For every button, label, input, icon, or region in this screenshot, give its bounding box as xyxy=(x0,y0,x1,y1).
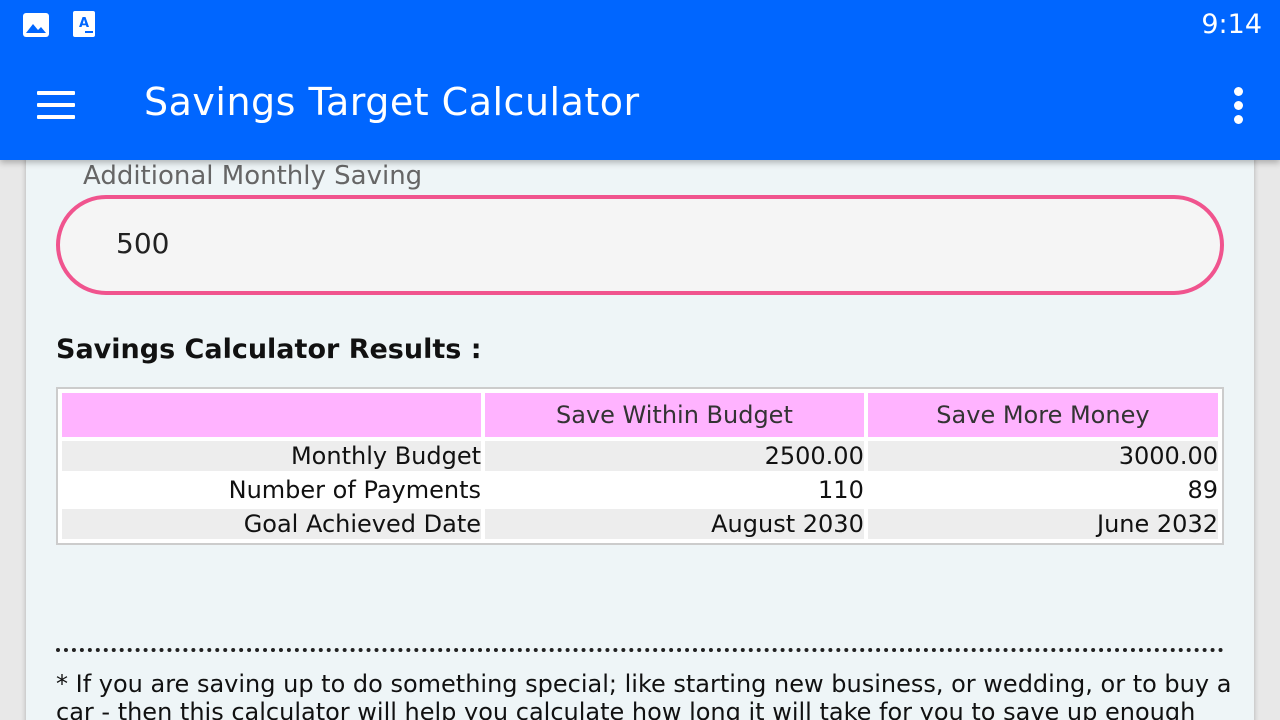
hamburger-menu-icon[interactable] xyxy=(26,76,86,134)
status-time: 9:14 xyxy=(1201,9,1262,40)
more-money-value: 89 xyxy=(867,475,1218,505)
additional-monthly-saving-input[interactable] xyxy=(116,227,1116,260)
status-bar: A 9:14 xyxy=(0,0,1280,52)
table-row: Goal Achieved Date August 2030 June 2032 xyxy=(62,509,1218,539)
app-header: A 9:14 Savings Target Calculator xyxy=(0,0,1280,160)
calculator-card: Additional Monthly Saving Savings Calcul… xyxy=(26,150,1254,720)
results-header-row: Save Within Budget Save More Money xyxy=(62,393,1218,437)
results-table: Save Within Budget Save More Money Month… xyxy=(56,387,1224,545)
table-row: Monthly Budget 2500.00 3000.00 xyxy=(62,441,1218,471)
app-title: Savings Target Calculator xyxy=(144,80,640,124)
row-label: Monthly Budget xyxy=(62,441,482,471)
more-vert-icon[interactable] xyxy=(1218,82,1258,130)
image-icon xyxy=(22,11,50,43)
additional-monthly-saving-label: Additional Monthly Saving xyxy=(83,161,423,191)
within-budget-value: 2500.00 xyxy=(485,441,864,471)
toolbar: Savings Target Calculator xyxy=(0,52,1280,160)
row-label: Number of Payments xyxy=(62,475,482,505)
explanation-note: * If you are saving up to do something s… xyxy=(56,670,1232,720)
within-budget-value: 110 xyxy=(485,475,864,505)
results-title: Savings Calculator Results : xyxy=(56,334,482,365)
table-row: Number of Payments 110 89 xyxy=(62,475,1218,505)
additional-monthly-saving-field[interactable] xyxy=(56,195,1224,295)
row-label: Goal Achieved Date xyxy=(62,509,482,539)
dotted-divider xyxy=(56,648,1224,652)
app-store-icon: A xyxy=(73,11,97,43)
svg-text:A: A xyxy=(79,16,89,31)
more-money-value: 3000.00 xyxy=(867,441,1218,471)
within-budget-value: August 2030 xyxy=(485,509,864,539)
more-money-value: June 2032 xyxy=(867,509,1218,539)
header-save-more-money: Save More Money xyxy=(867,393,1218,437)
header-empty-cell xyxy=(62,393,482,437)
header-save-within-budget: Save Within Budget xyxy=(485,393,864,437)
